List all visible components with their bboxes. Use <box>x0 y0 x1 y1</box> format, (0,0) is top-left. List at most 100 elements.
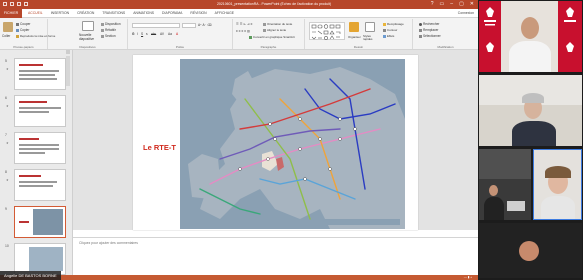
redo-icon[interactable] <box>17 2 21 6</box>
slide-number: 7 <box>5 133 7 137</box>
animation-icon: ★ <box>6 67 9 71</box>
outline-icon <box>383 28 386 32</box>
shape-outline-button[interactable]: Contour <box>383 28 397 32</box>
paragraph-label: Paragraphe <box>260 45 277 49</box>
align-text-button[interactable]: Aligner le texte <box>263 28 286 32</box>
thumb-title <box>19 64 43 66</box>
thumbnails-scrollbar[interactable] <box>66 50 71 280</box>
current-slide[interactable]: Le RTE-T <box>133 55 418 230</box>
quick-styles-button[interactable]: Styles rapides <box>363 34 379 42</box>
slide-editor: Le RTE-T <box>73 50 478 230</box>
align-buttons[interactable]: ≡ ≡ ≡ ≡ ▥ <box>236 29 250 33</box>
slide-title[interactable]: Le RTE-T <box>143 143 176 152</box>
participant-body <box>509 41 551 72</box>
shape-effects-button[interactable]: Effets <box>383 34 394 38</box>
notes-placeholder: Cliquez pour ajouter des commentaires <box>79 241 138 245</box>
thumb-text <box>19 74 55 76</box>
font-group: A⁺ A⁻ ⌫ G I S s abc AV Aa A Police <box>128 19 233 49</box>
scroll-thumb[interactable] <box>66 56 70 86</box>
video-background <box>479 149 531 179</box>
quick-styles-icon[interactable] <box>365 22 375 32</box>
participant-body <box>512 121 556 146</box>
ribbon-display-button[interactable]: ▭ <box>440 1 445 7</box>
layout-button[interactable]: Disposition <box>101 22 121 26</box>
presenter-name-badge: Angelle DE BASTOS BORNE <box>0 271 61 280</box>
tab-file[interactable]: FICHIER <box>0 9 22 18</box>
ribbon: Coller Couper Copier Reproduire la mise … <box>0 18 478 50</box>
thumb-text <box>19 70 59 72</box>
text-direction-button[interactable]: Orientation du texte <box>263 22 292 26</box>
find-button[interactable]: Rechercher <box>419 22 439 26</box>
shape-fill-button[interactable]: Remplissage <box>383 22 404 26</box>
sign-in-link[interactable]: Connexion <box>458 9 474 18</box>
reset-icon <box>101 28 104 32</box>
replace-icon <box>419 28 422 32</box>
slide-number: 8 <box>5 170 7 174</box>
new-slide-icon[interactable] <box>82 21 94 31</box>
thumb-text <box>19 185 53 187</box>
case-button[interactable]: Aa <box>168 32 172 36</box>
reset-button[interactable]: Rétablir <box>101 28 116 32</box>
spacing-button[interactable]: AV <box>160 32 164 36</box>
select-button[interactable]: Sélectionner <box>419 34 441 38</box>
shadow-button[interactable]: s <box>146 32 148 36</box>
smartart-button[interactable]: Convertir en graphique SmartArt <box>249 35 295 39</box>
animation-icon: ★ <box>6 178 9 182</box>
strikethrough-button[interactable]: abc <box>151 32 156 36</box>
start-slideshow-icon[interactable] <box>24 2 28 6</box>
close-button[interactable]: ✕ <box>470 1 474 7</box>
slide-thumbnail[interactable]: 8 ★ <box>5 169 66 201</box>
video-tile-active-speaker[interactable] <box>533 149 582 220</box>
slide-thumbnail[interactable]: 6 ★ <box>5 95 66 127</box>
paste-icon[interactable] <box>3 22 13 32</box>
region-logo-icon <box>564 7 576 52</box>
font-size-dropdown[interactable] <box>182 23 196 28</box>
underline-button[interactable]: S <box>141 32 143 36</box>
scroll-up-arrow[interactable] <box>66 50 70 54</box>
zoom-slider[interactable]: — ▮ + <box>464 275 472 280</box>
slide-number: 9 <box>5 207 7 211</box>
notes-pane[interactable]: Cliquez pour ajouter des commentaires <box>73 237 478 275</box>
participant-face <box>521 17 539 39</box>
drawing-label: Dessin <box>353 45 364 49</box>
participant-hair <box>545 166 571 178</box>
slide-number: 6 <box>5 96 7 100</box>
video-tile-camera-off[interactable] <box>479 223 582 278</box>
cut-button[interactable]: Couper <box>16 22 30 26</box>
section-button[interactable]: Section <box>101 34 116 38</box>
laptop-screen <box>507 201 525 211</box>
slides-label: Diapositives <box>79 45 96 49</box>
new-slide-button[interactable]: Nouvelle diapositive <box>79 33 99 41</box>
search-icon <box>419 22 422 26</box>
drawing-group: Organiser Styles rapides Remplissage Con… <box>305 19 413 49</box>
font-size-buttons[interactable]: A⁺ A⁻ ⌫ <box>198 23 212 27</box>
copy-button[interactable]: Copier <box>16 28 29 32</box>
slide-thumbnail[interactable]: 7 ★ <box>5 132 66 164</box>
slide-thumbnail[interactable]: 5 ★ <box>5 58 66 90</box>
video-tile-participant[interactable] <box>479 149 531 220</box>
save-icon[interactable] <box>3 2 7 6</box>
italic-button[interactable]: I <box>137 32 138 36</box>
arrange-button[interactable]: Organiser <box>348 35 361 39</box>
slide-thumbnail-selected[interactable]: 9 <box>5 206 66 238</box>
participant-avatar <box>519 241 539 261</box>
list-buttons[interactable]: ☰ ☰ ⇤ ⇥ ≡ <box>236 22 252 26</box>
replace-button[interactable]: Remplacer <box>419 28 438 32</box>
video-tile-participant[interactable] <box>479 75 582 146</box>
participant-body <box>541 196 575 219</box>
fill-icon <box>383 22 386 26</box>
help-button[interactable]: ? <box>431 1 434 7</box>
maximize-button[interactable]: ▢ <box>459 1 464 7</box>
font-color-button[interactable]: A <box>176 32 178 36</box>
clipboard-label: Presse-papiers <box>13 45 34 49</box>
paste-button[interactable]: Coller <box>2 34 10 38</box>
arrange-icon[interactable] <box>349 22 359 32</box>
minimize-button[interactable]: – <box>450 1 453 7</box>
font-name-dropdown[interactable] <box>132 23 180 28</box>
video-tile-participant[interactable] <box>479 1 582 72</box>
cursor-icon <box>419 34 422 38</box>
undo-icon[interactable] <box>10 2 14 6</box>
shapes-gallery[interactable] <box>309 22 345 40</box>
bold-button[interactable]: G <box>132 32 134 36</box>
participant-hair <box>522 93 544 103</box>
